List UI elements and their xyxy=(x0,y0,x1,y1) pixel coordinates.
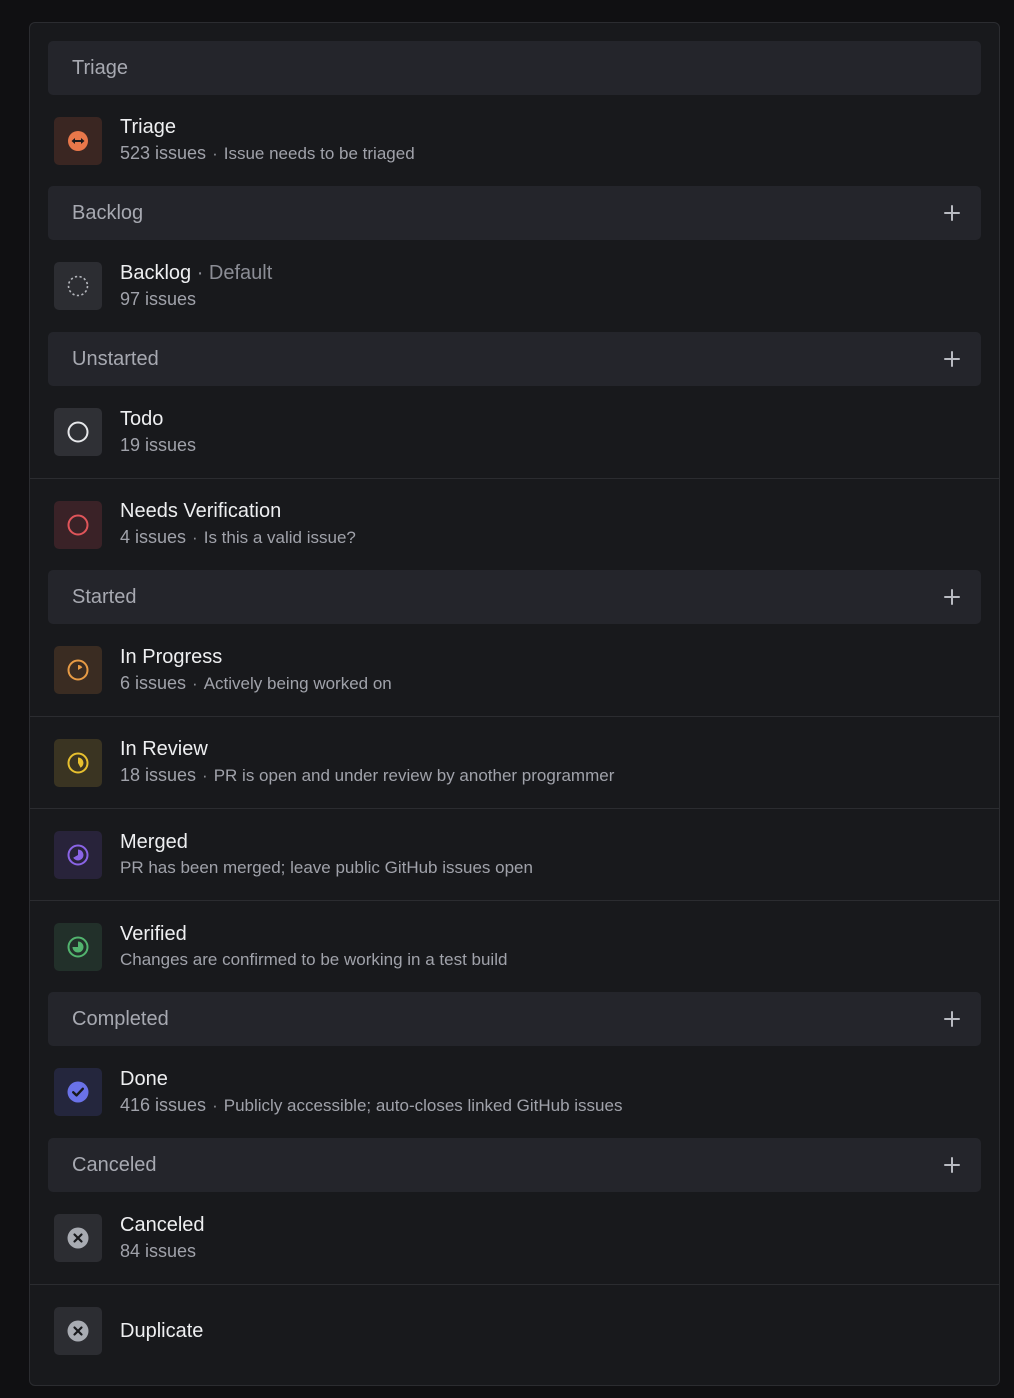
status-meta: 19 issues xyxy=(120,432,196,459)
add-status-button[interactable] xyxy=(941,586,963,608)
review-icon xyxy=(54,738,102,787)
status-name: Todo xyxy=(120,407,164,430)
group-header-completed: Completed xyxy=(48,992,981,1046)
status-meta: 4 issues · Is this a valid issue? xyxy=(120,524,356,551)
status-description: Publicly accessible; auto-closes linked … xyxy=(223,1095,623,1115)
issue-count: 523 issues xyxy=(120,143,207,163)
separator-dot: · xyxy=(212,1095,218,1115)
plus-icon xyxy=(944,351,960,367)
status-name: Needs Verification xyxy=(120,500,282,522)
status-name: Canceled xyxy=(120,1213,205,1236)
status-row-in-progress[interactable]: In Progress 6 issues · Actively being work… xyxy=(30,624,999,716)
add-status-button[interactable] xyxy=(941,1008,963,1030)
issue-count: 18 issues xyxy=(120,765,197,785)
status-meta: 18 issues · PR is open and under review by… xyxy=(120,762,614,789)
status-name: In Progress xyxy=(120,645,223,668)
status-name: Triage xyxy=(120,116,176,138)
triage-icon xyxy=(54,116,102,165)
plus-icon xyxy=(944,589,960,605)
separator-dot: · xyxy=(202,766,208,785)
group-title: Triage xyxy=(72,56,128,79)
canceled-x-icon xyxy=(54,1214,102,1262)
status-name: Verified xyxy=(120,922,187,945)
status-row-done[interactable]: Done 416 issues · Publicly accessible; aut… xyxy=(30,1046,999,1138)
status-row-todo[interactable]: Todo 19 issues xyxy=(30,386,999,478)
status-name-line: Backlog · Default xyxy=(120,260,272,286)
status-meta: 416 issues · Publicly accessible; auto-clo… xyxy=(120,1092,622,1119)
status-row-in-review[interactable]: In Review 18 issues · PR is open and under… xyxy=(30,716,999,808)
add-status-button[interactable] xyxy=(941,348,963,370)
status-row-canceled[interactable]: Canceled 84 issues xyxy=(30,1192,999,1284)
status-row-duplicate[interactable]: Duplicate xyxy=(30,1284,999,1376)
issue-count: 19 issues xyxy=(120,434,197,455)
duplicate-x-icon xyxy=(54,1306,102,1355)
verified-icon xyxy=(54,922,102,971)
status-row-needs-verification[interactable]: Needs Verification 4 issues · Is this a va… xyxy=(30,478,999,570)
status-name: Merged xyxy=(120,830,188,853)
issue-count: 97 issues xyxy=(120,288,197,309)
plus-icon xyxy=(944,1157,960,1173)
status-description: Issue needs to be triaged xyxy=(223,144,415,163)
status-meta: 523 issues · Issue needs to be triaged xyxy=(120,140,415,167)
workflow-statuses-panel: Triage Triage 523 issues · Issue needs to … xyxy=(29,22,1000,1386)
status-row-backlog[interactable]: Backlog · Default 97 issues xyxy=(30,240,999,332)
group-header-canceled: Canceled xyxy=(48,1138,981,1192)
group-title: Started xyxy=(72,585,137,608)
status-description: Actively being worked on xyxy=(203,673,392,693)
separator-dot: · xyxy=(212,144,218,163)
add-status-button[interactable] xyxy=(941,1154,963,1176)
issue-count: 84 issues xyxy=(120,1240,197,1261)
status-row-triage[interactable]: Triage 523 issues · Issue needs to be tria… xyxy=(30,95,999,186)
group-header-backlog: Backlog xyxy=(48,186,981,240)
group-header-unstarted: Unstarted xyxy=(48,332,981,386)
red-circle-icon xyxy=(54,500,102,549)
status-name: Done xyxy=(120,1067,168,1090)
status-meta: Changes are confirmed to be working in a… xyxy=(120,947,507,973)
progress-icon xyxy=(54,646,102,694)
status-row-verified[interactable]: Verified Changes are confirmed to be wor… xyxy=(30,900,999,992)
group-header-started: Started xyxy=(48,570,981,624)
separator-dot: · xyxy=(192,673,198,693)
status-name: In Review xyxy=(120,738,208,760)
group-title: Canceled xyxy=(72,1153,157,1176)
status-name: Backlog xyxy=(120,261,192,284)
status-meta: 97 issues xyxy=(120,286,272,313)
merged-icon xyxy=(54,830,102,879)
separator-dot: · xyxy=(192,528,198,547)
backlog-dashed-circle-icon xyxy=(54,262,102,310)
group-title: Unstarted xyxy=(72,347,159,370)
default-label: · Default xyxy=(196,261,273,284)
status-description: PR is open and under review by another p… xyxy=(213,766,615,785)
group-header-triage: Triage xyxy=(48,41,981,95)
status-meta: PR has been merged; leave public GitHub … xyxy=(120,855,533,881)
issue-count: 416 issues xyxy=(120,1094,207,1115)
status-name: Duplicate xyxy=(120,1319,204,1342)
status-meta: 84 issues xyxy=(120,1238,205,1265)
status-row-merged[interactable]: Merged PR has been merged; leave public … xyxy=(30,808,999,900)
issue-count: 4 issues xyxy=(120,527,187,547)
todo-circle-icon xyxy=(54,408,102,456)
plus-icon xyxy=(944,205,960,221)
done-check-icon xyxy=(54,1068,102,1116)
status-description: Changes are confirmed to be working in a… xyxy=(120,949,508,969)
group-title: Backlog xyxy=(72,201,144,224)
issue-count: 6 issues xyxy=(120,672,187,693)
status-description: Is this a valid issue? xyxy=(203,528,356,547)
plus-icon xyxy=(944,1011,960,1027)
add-status-button[interactable] xyxy=(941,202,963,224)
status-description: PR has been merged; leave public GitHub … xyxy=(120,857,533,877)
status-meta: 6 issues · Actively being worked on xyxy=(120,670,392,697)
group-title: Completed xyxy=(72,1007,169,1030)
